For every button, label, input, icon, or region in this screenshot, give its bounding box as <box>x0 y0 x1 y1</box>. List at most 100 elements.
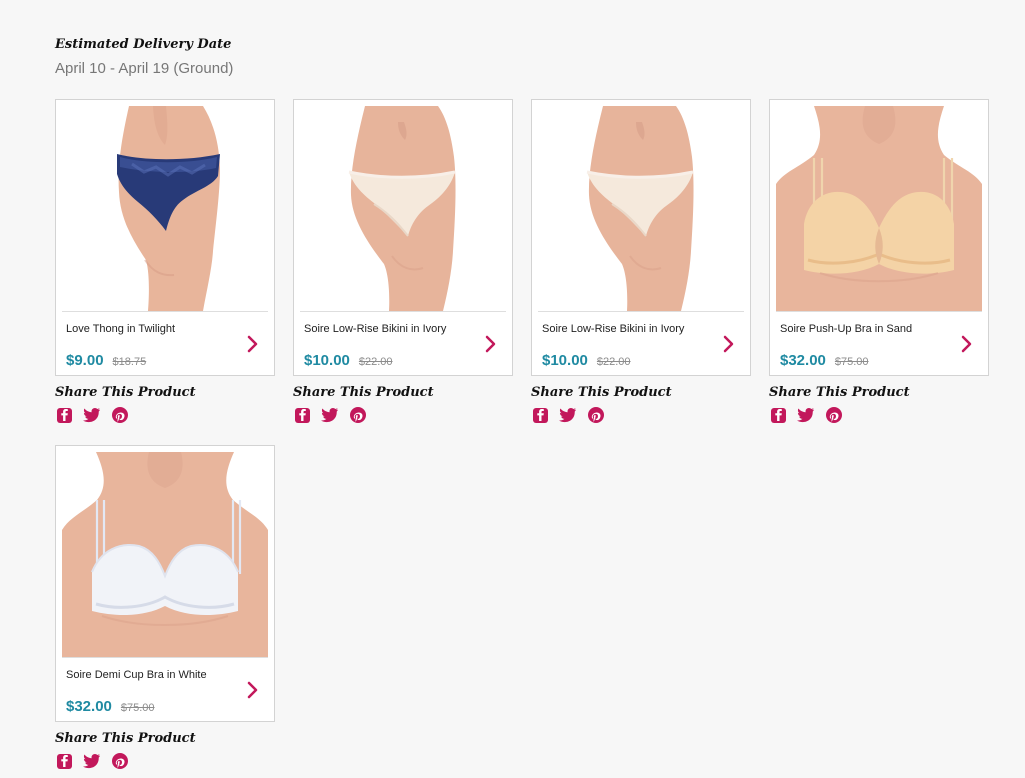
twitter-share-button[interactable] <box>83 406 101 424</box>
pinterest-share-button[interactable] <box>349 406 367 424</box>
price-row: $10.00 $22.00 <box>304 352 393 374</box>
delivery-date-range: April 10 - April 19 (Ground) <box>55 60 234 77</box>
ivory-bikini-image <box>300 106 506 311</box>
original-price: $75.00 <box>834 356 869 368</box>
price-row: $9.00 $18.75 <box>66 352 146 374</box>
product-grid: Love Thong in Twilight $9.00 $18.75 Shar… <box>55 99 995 778</box>
product-divider <box>538 311 744 312</box>
pinterest-share-button[interactable] <box>587 406 605 424</box>
price-row: $32.00 $75.00 <box>780 352 869 374</box>
share-product: Share This Product <box>55 385 275 424</box>
product-image-sand-push-up-bra[interactable] <box>776 106 982 311</box>
share-icons <box>531 406 751 424</box>
product-image-ivory-bikini[interactable] <box>300 106 506 311</box>
product-card[interactable]: Soire Low-Rise Bikini in Ivory $10.00 $2… <box>293 99 513 376</box>
product-divider <box>62 311 268 312</box>
facebook-icon <box>56 753 72 769</box>
view-product-button[interactable] <box>958 335 976 353</box>
pinterest-share-button[interactable] <box>825 406 843 424</box>
twitter-share-button[interactable] <box>83 752 101 770</box>
pinterest-icon <box>588 407 604 423</box>
original-price: $22.00 <box>596 356 631 368</box>
product-name[interactable]: Soire Push-Up Bra in Sand <box>780 322 950 336</box>
product-image-white-demi-cup-bra[interactable] <box>62 452 268 657</box>
delivery-title: Estimated Delivery Date <box>55 37 232 52</box>
product-item-love-thong-twilight: Love Thong in Twilight $9.00 $18.75 Shar… <box>55 99 275 424</box>
chevron-right-icon <box>961 335 972 353</box>
share-title: Share This Product <box>55 385 196 400</box>
share-title: Share This Product <box>55 731 196 746</box>
facebook-share-button[interactable] <box>769 406 787 424</box>
twitter-icon <box>83 407 101 423</box>
estimated-delivery: Estimated Delivery Date April 10 - April… <box>55 36 233 78</box>
twitter-icon <box>797 407 815 423</box>
facebook-icon <box>294 407 310 423</box>
view-product-button[interactable] <box>482 335 500 353</box>
sand-push-up-bra-image <box>776 106 982 311</box>
product-item-soire-bikini-ivory-1: Soire Low-Rise Bikini in Ivory $10.00 $2… <box>293 99 513 424</box>
chevron-right-icon <box>723 335 734 353</box>
pinterest-icon <box>826 407 842 423</box>
product-item-soire-demi-cup-bra-white: Soire Demi Cup Bra in White $32.00 $75.0… <box>55 445 275 770</box>
share-product: Share This Product <box>293 385 513 424</box>
share-title: Share This Product <box>293 385 434 400</box>
original-price: $22.00 <box>358 356 393 368</box>
product-divider <box>300 311 506 312</box>
chevron-right-icon <box>485 335 496 353</box>
facebook-icon <box>532 407 548 423</box>
ivory-bikini-image <box>538 106 744 311</box>
share-icons <box>769 406 989 424</box>
share-icons <box>55 406 275 424</box>
price-row: $10.00 $22.00 <box>542 352 631 374</box>
product-name[interactable]: Love Thong in Twilight <box>66 322 236 336</box>
twitter-share-button[interactable] <box>321 406 339 424</box>
product-image-ivory-bikini[interactable] <box>538 106 744 311</box>
product-card[interactable]: Soire Push-Up Bra in Sand $32.00 $75.00 <box>769 99 989 376</box>
pinterest-icon <box>112 407 128 423</box>
sale-price: $9.00 <box>66 352 104 369</box>
view-product-button[interactable] <box>720 335 738 353</box>
product-item-soire-bikini-ivory-2: Soire Low-Rise Bikini in Ivory $10.00 $2… <box>531 99 751 424</box>
pinterest-share-button[interactable] <box>111 752 129 770</box>
share-title: Share This Product <box>769 385 910 400</box>
sale-price: $10.00 <box>542 352 588 369</box>
price-row: $32.00 $75.00 <box>66 698 155 720</box>
original-price: $75.00 <box>120 702 155 714</box>
pinterest-icon <box>112 753 128 769</box>
pinterest-share-button[interactable] <box>111 406 129 424</box>
pinterest-icon <box>350 407 366 423</box>
product-card[interactable]: Soire Low-Rise Bikini in Ivory $10.00 $2… <box>531 99 751 376</box>
product-name[interactable]: Soire Low-Rise Bikini in Ivory <box>304 322 474 336</box>
twitter-icon <box>83 753 101 769</box>
facebook-share-button[interactable] <box>55 406 73 424</box>
facebook-share-button[interactable] <box>55 752 73 770</box>
twitter-share-button[interactable] <box>559 406 577 424</box>
view-product-button[interactable] <box>244 335 262 353</box>
share-product: Share This Product <box>55 731 275 770</box>
facebook-share-button[interactable] <box>531 406 549 424</box>
navy-lace-thong-image <box>62 106 268 311</box>
share-product: Share This Product <box>531 385 751 424</box>
product-image-navy-lace-thong[interactable] <box>62 106 268 311</box>
original-price: $18.75 <box>112 356 147 368</box>
share-product: Share This Product <box>769 385 989 424</box>
product-item-soire-push-up-bra-sand: Soire Push-Up Bra in Sand $32.00 $75.00 … <box>769 99 989 424</box>
facebook-icon <box>770 407 786 423</box>
product-name[interactable]: Soire Low-Rise Bikini in Ivory <box>542 322 712 336</box>
product-divider <box>776 311 982 312</box>
facebook-share-button[interactable] <box>293 406 311 424</box>
facebook-icon <box>56 407 72 423</box>
twitter-share-button[interactable] <box>797 406 815 424</box>
share-icons <box>55 752 275 770</box>
chevron-right-icon <box>247 681 258 699</box>
product-card[interactable]: Soire Demi Cup Bra in White $32.00 $75.0… <box>55 445 275 722</box>
sale-price: $32.00 <box>780 352 826 369</box>
white-demi-cup-bra-image <box>62 452 268 657</box>
product-card[interactable]: Love Thong in Twilight $9.00 $18.75 <box>55 99 275 376</box>
view-product-button[interactable] <box>244 681 262 699</box>
twitter-icon <box>559 407 577 423</box>
sale-price: $32.00 <box>66 698 112 715</box>
share-icons <box>293 406 513 424</box>
product-name[interactable]: Soire Demi Cup Bra in White <box>66 668 236 682</box>
product-recommendations-page: Estimated Delivery Date April 10 - April… <box>0 0 1025 778</box>
